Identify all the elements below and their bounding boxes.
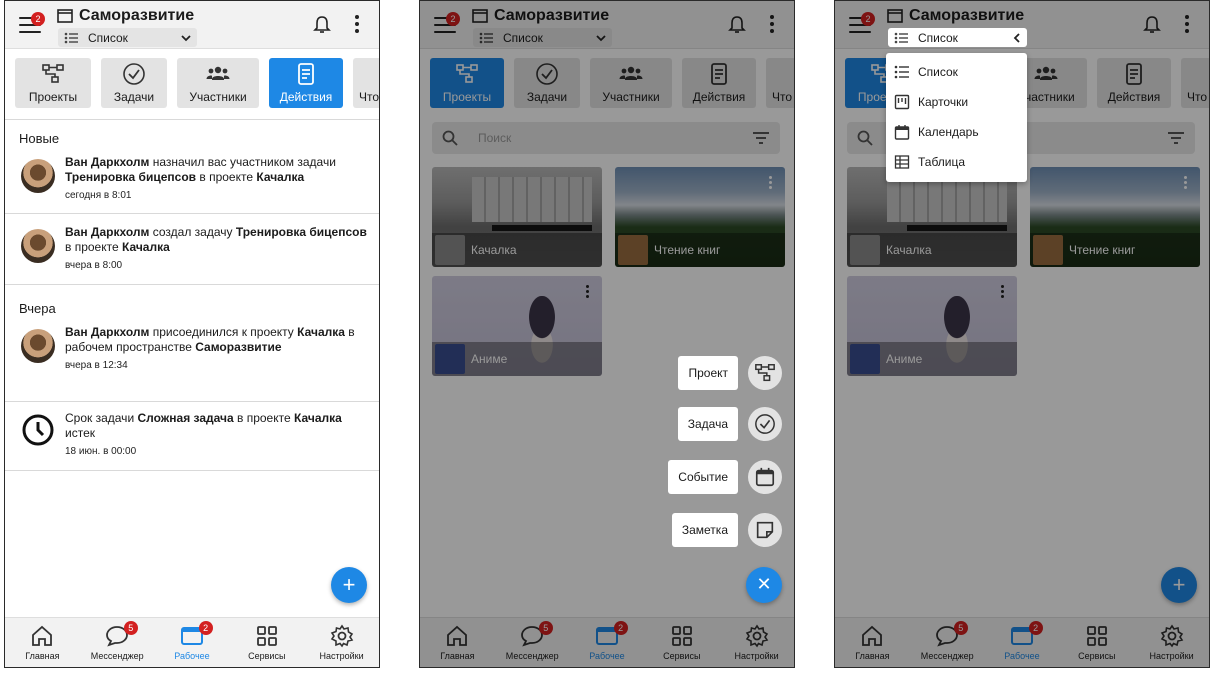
more-icon[interactable] bbox=[355, 15, 359, 36]
nav-label: Настройки bbox=[319, 651, 364, 661]
table-icon bbox=[894, 155, 910, 169]
nav-settings[interactable]: Настройки bbox=[304, 618, 379, 667]
clock-icon bbox=[22, 414, 54, 446]
note-icon[interactable] bbox=[748, 513, 782, 547]
notification-text: Срок задачи Сложная задача в проекте Кач… bbox=[65, 411, 342, 440]
tab-bar: Проекты Задачи Участники Действия Что bbox=[15, 58, 380, 108]
list-icon bbox=[894, 32, 908, 43]
section-yesterday: Вчера bbox=[19, 301, 56, 316]
tab-label: Участники bbox=[189, 90, 247, 104]
tab-more[interactable]: Что bbox=[353, 58, 380, 108]
screen-projects-fab: 2 Саморазвитие Список Проекты Задачи Уча… bbox=[419, 0, 795, 668]
view-option-label: Карточки bbox=[918, 95, 969, 109]
calendar-icon bbox=[894, 125, 910, 140]
people-icon bbox=[206, 66, 230, 80]
document-icon bbox=[298, 63, 314, 85]
tab-label: Задачи bbox=[113, 90, 155, 104]
bottom-nav: Главная Мессенджер 5 Рабочее 2 Сервисы Нас… bbox=[5, 617, 379, 667]
screen-projects-view-menu: 2 Саморазвитие Проекты Задачи Участники … bbox=[834, 0, 1210, 668]
avatar bbox=[21, 329, 55, 363]
chevron-left-icon bbox=[1013, 32, 1020, 43]
notification-text: Ван Даркхолм создал задачу Тренировка би… bbox=[65, 225, 367, 254]
gear-icon bbox=[330, 624, 353, 648]
nav-label: Сервисы bbox=[248, 651, 286, 661]
list-item[interactable]: Ван Даркхолм присоединился к проекту Кач… bbox=[19, 325, 369, 371]
notification-text: Ван Даркхолм присоединился к проекту Кач… bbox=[65, 325, 355, 354]
calendar-icon[interactable] bbox=[748, 460, 782, 494]
chevron-down-icon bbox=[181, 34, 191, 41]
list-item[interactable]: Ван Даркхолм назначил вас участником зад… bbox=[19, 155, 369, 201]
projects-icon bbox=[42, 64, 64, 83]
notification-time: вчера в 12:34 bbox=[65, 360, 128, 371]
list-item[interactable]: Срок задачи Сложная задача в проекте Кач… bbox=[19, 411, 369, 457]
list-icon bbox=[64, 32, 78, 43]
fab-option-project[interactable]: Проект bbox=[678, 356, 782, 390]
menu-badge: 2 bbox=[31, 12, 45, 26]
check-circle-icon[interactable] bbox=[748, 407, 782, 441]
nav-services[interactable]: Сервисы bbox=[229, 618, 304, 667]
window-icon bbox=[57, 9, 73, 23]
fab-option-label[interactable]: Задача bbox=[677, 407, 738, 441]
check-circle-icon bbox=[123, 63, 145, 85]
bell-icon[interactable] bbox=[313, 15, 331, 35]
tab-label: Что bbox=[359, 90, 380, 104]
fab-option-label[interactable]: Проект bbox=[678, 356, 738, 390]
fab-option-note[interactable]: Заметка bbox=[671, 513, 782, 547]
view-option-list[interactable]: Список bbox=[886, 57, 1027, 87]
view-select[interactable]: Список bbox=[888, 28, 1027, 47]
tab-label: Проекты bbox=[28, 90, 78, 104]
nav-home[interactable]: Главная bbox=[5, 618, 80, 667]
view-select[interactable]: Список bbox=[58, 28, 197, 47]
app-header: 2 Саморазвитие Список bbox=[5, 1, 379, 49]
projects-icon[interactable] bbox=[748, 356, 782, 390]
page-title: Саморазвитие bbox=[79, 7, 195, 24]
close-icon: ✕ bbox=[756, 574, 772, 594]
tab-projects[interactable]: Проекты bbox=[15, 58, 91, 108]
fab-option-task[interactable]: Задача bbox=[677, 407, 782, 441]
view-select-label: Список bbox=[88, 30, 128, 45]
view-option-calendar[interactable]: Календарь bbox=[886, 117, 1027, 147]
dim-overlay[interactable] bbox=[420, 1, 794, 667]
tab-tasks[interactable]: Задачи bbox=[101, 58, 167, 108]
tab-actions[interactable]: Действия bbox=[269, 58, 343, 108]
section-new: Новые bbox=[19, 131, 60, 146]
avatar bbox=[21, 229, 55, 263]
notification-time: сегодня в 8:01 bbox=[65, 190, 132, 201]
tab-label: Действия bbox=[279, 90, 333, 104]
home-icon bbox=[32, 625, 53, 646]
nav-label: Рабочее bbox=[174, 651, 210, 661]
fab-option-event[interactable]: Событие bbox=[668, 460, 782, 494]
notification-text: Ван Даркхолм назначил вас участником зад… bbox=[65, 155, 336, 184]
view-option-label: Список bbox=[918, 65, 958, 79]
view-option-cards[interactable]: Карточки bbox=[886, 87, 1027, 117]
view-select-label: Список bbox=[918, 30, 958, 45]
nav-badge: 5 bbox=[123, 621, 138, 635]
notification-time: 18 июн. в 00:00 bbox=[65, 446, 137, 457]
list-item[interactable]: Ван Даркхолм создал задачу Тренировка би… bbox=[19, 225, 369, 271]
fab-option-label[interactable]: Заметка bbox=[671, 513, 738, 547]
notification-time: вчера в 8:00 bbox=[65, 260, 123, 271]
grid-icon bbox=[256, 626, 277, 646]
view-option-label: Календарь bbox=[918, 125, 979, 139]
close-fab-button[interactable]: ✕ bbox=[746, 567, 782, 603]
tab-members[interactable]: Участники bbox=[177, 58, 259, 108]
nav-messenger[interactable]: Мессенджер 5 bbox=[80, 618, 155, 667]
cards-icon bbox=[894, 94, 910, 110]
view-dropdown: Список Карточки Календарь Таблица bbox=[886, 53, 1027, 182]
view-option-table[interactable]: Таблица bbox=[886, 147, 1027, 177]
nav-badge: 2 bbox=[198, 621, 213, 635]
nav-label: Главная bbox=[25, 651, 60, 661]
fab-option-label[interactable]: Событие bbox=[668, 460, 738, 494]
nav-work[interactable]: Рабочее 2 bbox=[155, 618, 230, 667]
add-button[interactable]: + bbox=[331, 567, 367, 603]
view-option-label: Таблица bbox=[918, 155, 966, 169]
list-icon bbox=[894, 65, 909, 79]
screen-actions: 2 Саморазвитие Список Проекты Задачи Уча… bbox=[4, 0, 380, 668]
avatar bbox=[21, 159, 55, 193]
nav-label: Мессенджер bbox=[90, 651, 144, 661]
